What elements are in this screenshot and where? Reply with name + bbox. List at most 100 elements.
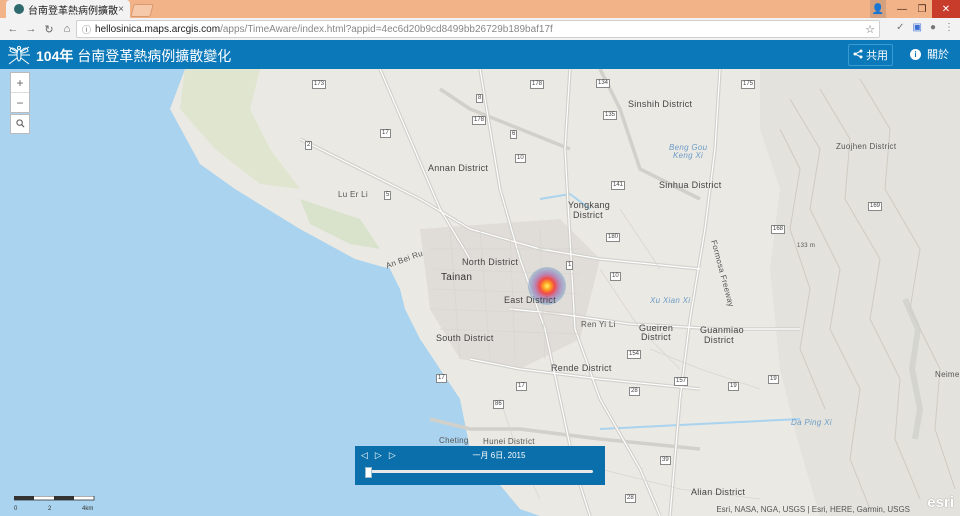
label-rende: Rende District <box>551 363 612 373</box>
share-button[interactable]: 共用 <box>848 44 893 66</box>
label-annan: Annan District <box>428 163 489 173</box>
mosquito-logo-icon <box>6 43 32 72</box>
label-peak: 133 m <box>797 243 816 249</box>
route-shield: 1 <box>566 261 574 270</box>
tab-close-icon[interactable]: × <box>118 4 124 15</box>
menu-kebab-icon[interactable]: ⋮ <box>944 22 954 33</box>
search-icon <box>15 115 25 133</box>
tab-title: 台南登革熱病例擴散變化 <box>28 5 118 17</box>
back-icon[interactable]: ← <box>4 23 22 35</box>
search-button[interactable] <box>10 114 30 134</box>
zoom-control: + − <box>10 72 30 113</box>
route-shield: 173 <box>312 80 327 89</box>
label-renyili: Ren Yi Li <box>581 320 616 329</box>
route-shield: 39 <box>660 456 671 465</box>
esri-logo: esri <box>927 494 954 511</box>
window-controls: 👤 — ❐ ✕ <box>870 0 960 18</box>
route-shield: 141 <box>611 181 626 190</box>
zoom-out-button[interactable]: − <box>11 93 29 112</box>
route-shield: 2 <box>305 141 313 150</box>
route-shield: 19 <box>768 375 779 384</box>
info-icon: i <box>910 48 921 60</box>
label-cheting: Cheting <box>439 436 469 445</box>
minimize-button[interactable]: — <box>892 0 912 18</box>
extension-icon[interactable]: ● <box>930 22 936 33</box>
route-shield: 28 <box>629 387 640 396</box>
label-hunei: Hunei District <box>483 437 535 446</box>
route-shield: 135 <box>603 111 618 120</box>
translate-extension-icon[interactable]: ▣ <box>913 22 922 33</box>
browser-tab[interactable]: 台南登革熱病例擴散變化 × <box>6 0 130 18</box>
label-neimen: Neime <box>935 370 960 379</box>
favicon-icon <box>14 4 24 14</box>
route-shield: 175 <box>741 80 756 89</box>
profile-icon[interactable]: 👤 <box>870 0 886 18</box>
zoom-in-button[interactable]: + <box>11 73 29 93</box>
route-shield: 8 <box>476 94 484 103</box>
about-label: 關於 <box>927 49 949 61</box>
route-shield: 10 <box>610 272 621 281</box>
home-icon[interactable]: ⌂ <box>58 23 76 35</box>
label-guanmiao-district: District <box>704 335 734 345</box>
time-slider-thumb[interactable] <box>365 467 372 478</box>
route-shield: 6 <box>510 130 518 139</box>
time-slider-track[interactable] <box>365 470 593 473</box>
title-year: 104年 <box>36 48 74 64</box>
route-shield: 178 <box>472 116 487 125</box>
map-attribution: Esri, NASA, NGA, USGS | Esri, HERE, Garm… <box>716 505 910 514</box>
route-shield: 86 <box>493 400 504 409</box>
check-extension-icon[interactable]: ✓ <box>896 22 904 33</box>
page-title: 104年 台南登革熱病例擴散變化 <box>36 46 231 66</box>
route-shield: 17 <box>436 374 447 383</box>
route-shield: 28 <box>625 494 636 503</box>
label-alian: Alian District <box>691 487 746 497</box>
label-xuxianxi: Xu Xian Xi <box>650 296 691 305</box>
restore-button[interactable]: ❐ <box>912 0 932 18</box>
bookmark-star-icon[interactable]: ☆ <box>865 23 875 36</box>
current-date: 一月 6日, 2015 <box>472 451 526 460</box>
label-tainan: Tainan <box>441 272 473 283</box>
close-window-button[interactable]: ✕ <box>932 0 960 18</box>
scale-bar: 0 2 4km <box>13 488 98 512</box>
time-slider-panel: ◁ ▷ ▷ 一月 6日, 2015 <box>355 446 605 485</box>
label-luerli: Lu Er Li <box>338 190 368 199</box>
url-host: hellosinica.maps.arcgis.com <box>95 23 221 35</box>
label-east: East District <box>504 295 556 305</box>
label-guanmiao: Guanmiao <box>700 325 744 335</box>
route-shield: 180 <box>606 233 621 242</box>
about-button[interactable]: i 關於 <box>910 44 949 64</box>
reload-icon[interactable]: ↻ <box>40 23 58 36</box>
route-shield: 168 <box>771 225 786 234</box>
route-shield: 154 <box>627 350 642 359</box>
label-kengxi: Keng Xi <box>673 151 704 160</box>
label-yongkang: Yongkang <box>568 200 611 210</box>
forward-icon[interactable]: → <box>22 23 40 35</box>
route-shield: 5 <box>384 191 392 200</box>
scale-label-2: 2 <box>48 506 52 512</box>
route-shield: 10 <box>515 154 526 163</box>
app-header: 104年 台南登革熱病例擴散變化 共用 i 關於 <box>0 40 960 69</box>
url-path: /apps/TimeAware/index.html?appid=4ec6d20… <box>220 23 553 35</box>
label-south: South District <box>436 333 494 343</box>
route-shield: 178 <box>530 80 545 89</box>
share-label: 共用 <box>866 50 888 62</box>
share-icon <box>853 49 863 62</box>
new-tab-button[interactable] <box>130 4 154 17</box>
scale-label-4km: 4km <box>82 506 94 512</box>
label-gueiren-district: District <box>641 332 671 342</box>
extensions-area: ✓ ▣ ● ⋮ <box>896 22 954 33</box>
label-north: North District <box>462 257 519 267</box>
label-dapingxi: Da Ping Xi <box>791 418 832 427</box>
route-shield: 17 <box>380 129 391 138</box>
url-bar[interactable]: ⓘ hellosinica.maps.arcgis.com /apps/Time… <box>76 20 880 38</box>
scale-label-0: 0 <box>14 506 18 512</box>
browser-tab-strip: 台南登革熱病例擴散變化 × 👤 — ❐ ✕ <box>0 0 960 18</box>
label-sinshih: Sinshih District <box>628 99 693 109</box>
label-sinhua: Sinhua District <box>659 180 722 190</box>
title-text: 台南登革熱病例擴散變化 <box>77 48 232 64</box>
route-shield: 19 <box>728 382 739 391</box>
browser-toolbar: ← → ↻ ⌂ ⓘ hellosinica.maps.arcgis.com /a… <box>0 18 960 41</box>
page-info-icon[interactable]: ⓘ <box>82 23 91 36</box>
route-shield: 17 <box>516 382 527 391</box>
label-zuojhen: Zuojhen District <box>836 142 897 151</box>
